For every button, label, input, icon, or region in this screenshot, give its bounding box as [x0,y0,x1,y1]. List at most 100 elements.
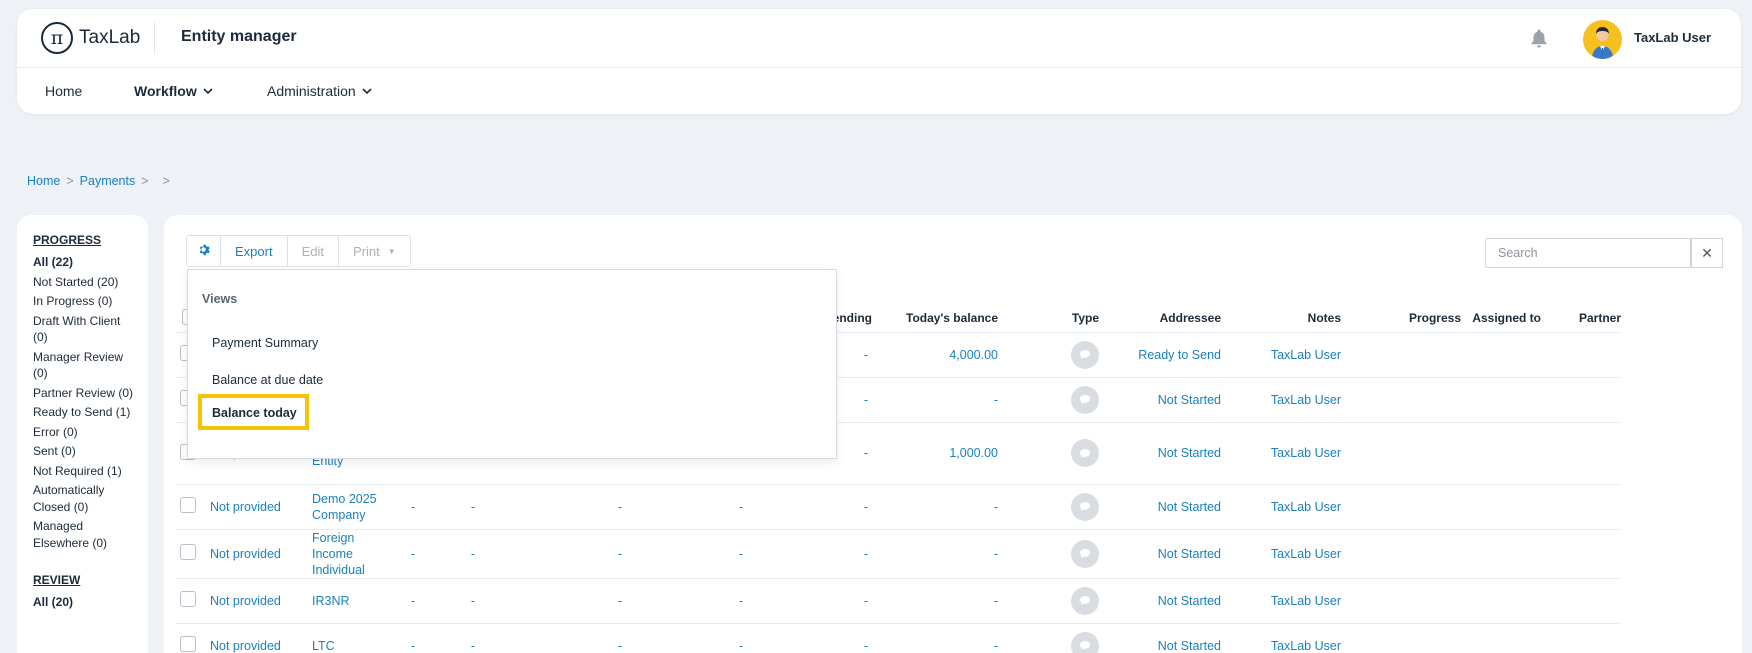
cell-value[interactable]: - [618,500,622,514]
user-name[interactable]: TaxLab User [1634,30,1711,45]
row-checkbox[interactable] [180,544,196,560]
cell-todays-balance[interactable]: - [994,547,998,561]
cell-progress[interactable]: Not Started [1158,547,1221,561]
cell-value[interactable]: - [411,547,415,561]
cell-status[interactable]: Not provided [210,639,281,653]
cell-value[interactable]: - [618,547,622,561]
cell-progress[interactable]: Ready to Send [1138,348,1221,362]
comment-icon[interactable] [1071,340,1099,369]
cell-entity-name[interactable]: Demo 2025 Company [312,491,398,523]
edit-button[interactable]: Edit [288,236,339,266]
cell-entity-name[interactable]: Foreign Income Individual [312,530,398,578]
cell-pending[interactable]: - [864,348,868,362]
cell-value[interactable]: - [739,500,743,514]
cell-progress[interactable]: Not Started [1158,393,1221,407]
cell-pending[interactable]: - [864,446,868,460]
cell-value[interactable]: - [618,594,622,608]
filter-error[interactable]: Error (0) [33,424,138,441]
cell-entity-name[interactable]: IR3NR [312,593,398,609]
table-row[interactable]: Not provided Foreign Income Individual - - -… [176,529,1621,579]
cell-todays-balance[interactable]: - [994,393,998,407]
view-balance-at-due-date[interactable]: Balance at due date [212,373,323,387]
cell-pending[interactable]: - [864,393,868,407]
search-input[interactable] [1485,238,1691,268]
cell-progress[interactable]: Not Started [1158,639,1221,653]
cell-todays-balance[interactable]: - [994,594,998,608]
comment-icon[interactable] [1071,439,1099,467]
comment-icon[interactable] [1071,631,1099,653]
col-addressee[interactable]: Addressee [1099,305,1221,333]
filter-partner-review[interactable]: Partner Review (0) [33,385,138,402]
bell-icon[interactable] [1530,28,1548,53]
cell-todays-balance[interactable]: - [994,500,998,514]
cell-pending[interactable]: - [864,594,868,608]
comment-icon[interactable] [1071,492,1099,521]
cell-value[interactable]: - [411,594,415,608]
cell-value[interactable]: - [739,547,743,561]
cell-progress[interactable]: Not Started [1158,446,1221,460]
filter-automatically-closed[interactable]: Automatically Closed (0) [33,482,138,515]
filter-manager-review[interactable]: Manager Review (0) [33,349,138,382]
cell-pending[interactable]: - [864,639,868,653]
cell-value[interactable]: - [739,639,743,653]
breadcrumb-home[interactable]: Home [27,174,60,188]
col-notes[interactable]: Notes [1221,305,1341,333]
cell-pending[interactable]: - [864,547,868,561]
nav-administration[interactable]: Administration [267,83,372,99]
cell-value[interactable]: - [471,594,475,608]
cell-status[interactable]: Not provided [210,500,281,514]
cell-pending[interactable]: - [864,500,868,514]
view-payment-summary[interactable]: Payment Summary [212,336,318,350]
col-partner[interactable]: Partner [1541,305,1621,333]
view-balance-today[interactable]: Balance today [198,394,309,430]
logo[interactable]: π TaxLab [41,22,140,54]
cell-progress[interactable]: Not Started [1158,594,1221,608]
filter-draft-with-client[interactable]: Draft With Client (0) [33,313,138,346]
table-row[interactable]: Not provided Demo 2025 Company - - - - - - Not S… [176,484,1621,530]
cell-assigned-to[interactable]: TaxLab User [1271,446,1341,460]
cell-value[interactable]: - [471,547,475,561]
comment-icon[interactable] [1071,586,1099,615]
row-checkbox[interactable] [180,591,196,607]
col-type[interactable]: Type [998,305,1099,333]
cell-assigned-to[interactable]: TaxLab User [1271,594,1341,608]
table-row[interactable]: Not provided LTC - - - - - - Not Started TaxLab U… [176,623,1621,653]
cell-todays-balance[interactable]: 4,000.00 [949,348,998,362]
avatar[interactable] [1583,20,1622,59]
cell-value[interactable]: - [411,639,415,653]
export-button[interactable]: Export [221,236,288,266]
comment-icon[interactable] [1071,539,1099,568]
review-heading[interactable]: REVIEW [33,573,148,587]
filter-not-started[interactable]: Not Started (20) [33,274,138,291]
row-checkbox[interactable] [180,497,196,513]
print-button[interactable]: Print ▼ [339,236,410,266]
comment-icon[interactable] [1071,385,1099,414]
cell-todays-balance[interactable]: 1,000.00 [949,446,998,460]
cell-status[interactable]: Not provided [210,594,281,608]
breadcrumb-payments[interactable]: Payments [80,174,136,188]
row-checkbox[interactable] [180,636,196,652]
nav-workflow[interactable]: Workflow [134,83,213,99]
filter-managed-elsewhere[interactable]: Managed Elsewhere (0) [33,518,138,551]
cell-assigned-to[interactable]: TaxLab User [1271,639,1341,653]
cell-assigned-to[interactable]: TaxLab User [1271,348,1341,362]
cell-value[interactable]: - [618,639,622,653]
cell-value[interactable]: - [471,500,475,514]
cell-assigned-to[interactable]: TaxLab User [1271,500,1341,514]
cell-value[interactable]: - [739,594,743,608]
col-progress[interactable]: Progress [1341,305,1461,333]
filter-in-progress[interactable]: In Progress (0) [33,293,138,310]
nav-home[interactable]: Home [45,83,82,99]
cell-progress[interactable]: Not Started [1158,500,1221,514]
filter-not-required[interactable]: Not Required (1) [33,463,138,480]
cell-entity-name[interactable]: LTC [312,638,398,653]
cell-assigned-to[interactable]: TaxLab User [1271,393,1341,407]
filter-ready-to-send[interactable]: Ready to Send (1) [33,404,138,421]
cell-todays-balance[interactable]: - [994,639,998,653]
filter-sent[interactable]: Sent (0) [33,443,138,460]
clear-search-button[interactable]: ✕ [1691,238,1723,268]
cell-value[interactable]: - [471,639,475,653]
cell-assigned-to[interactable]: TaxLab User [1271,547,1341,561]
col-assigned-to[interactable]: Assigned to [1461,305,1541,333]
table-row[interactable]: Not provided IR3NR - - - - - - Not Started TaxLab… [176,578,1621,624]
